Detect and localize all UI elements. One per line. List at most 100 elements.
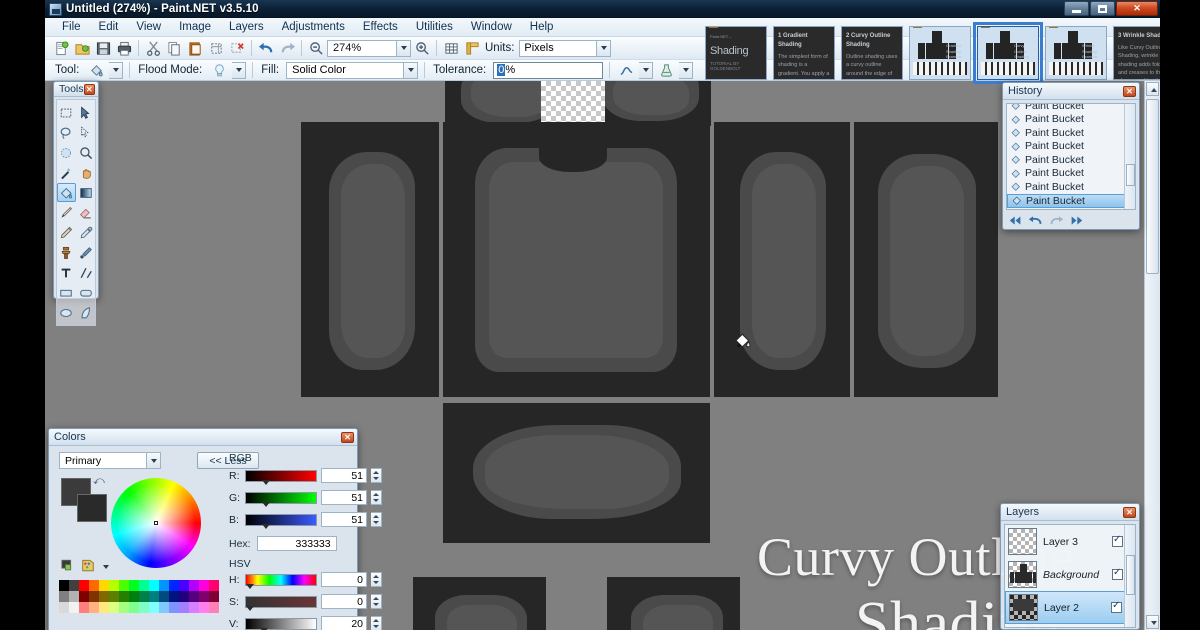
paste-icon[interactable] bbox=[185, 38, 205, 58]
menu-utilities[interactable]: Utilities bbox=[407, 19, 462, 35]
swap-colors-icon[interactable]: ⤺ bbox=[93, 475, 105, 488]
flood-mode-icon[interactable] bbox=[209, 60, 229, 80]
fill-combo[interactable]: Solid Color bbox=[286, 61, 419, 79]
fill-value[interactable]: Solid Color bbox=[286, 61, 405, 79]
print-icon[interactable] bbox=[114, 38, 134, 58]
gradient-tool[interactable] bbox=[77, 183, 96, 202]
green-spinner[interactable] bbox=[371, 490, 382, 505]
value-slider[interactable] bbox=[245, 617, 317, 630]
layer-visibility-checkbox[interactable] bbox=[1112, 534, 1123, 547]
chevron-down-icon[interactable] bbox=[397, 39, 411, 57]
thumb-wrinkle-shading[interactable]: 3 Wrinkle Shading Like Curvy Outline Sha… bbox=[1113, 26, 1160, 80]
new-icon[interactable] bbox=[51, 38, 71, 58]
antialiasing-icon[interactable] bbox=[616, 60, 636, 80]
blend-mode-dropdown-icon[interactable] bbox=[679, 61, 694, 79]
antialiasing-dropdown-icon[interactable] bbox=[639, 61, 654, 79]
history-item[interactable]: Paint Bucket bbox=[1007, 167, 1135, 181]
history-item[interactable]: Paint Bucket bbox=[1007, 113, 1135, 127]
lasso-select-tool[interactable] bbox=[57, 123, 76, 142]
rewind-history-button[interactable] bbox=[1009, 215, 1022, 229]
layer-visibility-checkbox[interactable] bbox=[1111, 600, 1122, 613]
text-tool[interactable] bbox=[57, 263, 76, 282]
thumb-gradient-preview[interactable]: Gradient Shading Example bbox=[909, 26, 971, 80]
red-value[interactable]: 51 bbox=[321, 468, 367, 483]
thumb-curvy-outline-preview[interactable]: Curvy Outline Shading Example bbox=[973, 22, 1043, 84]
zoom-value[interactable]: 274% bbox=[327, 39, 397, 57]
cut-icon[interactable] bbox=[143, 38, 163, 58]
menu-image[interactable]: Image bbox=[170, 19, 220, 35]
chevron-down-icon[interactable] bbox=[597, 39, 612, 57]
forward-history-button[interactable] bbox=[1070, 215, 1083, 229]
rectangle-tool[interactable] bbox=[57, 283, 76, 302]
zoom-in-icon[interactable] bbox=[412, 38, 432, 58]
blue-value[interactable]: 51 bbox=[321, 512, 367, 527]
save-icon[interactable] bbox=[93, 38, 113, 58]
redo-icon[interactable] bbox=[277, 38, 297, 58]
menu-view[interactable]: View bbox=[127, 19, 170, 35]
layer-visibility-checkbox[interactable] bbox=[1112, 567, 1123, 580]
history-item[interactable]: Paint Bucket bbox=[1007, 180, 1135, 194]
color-wheel[interactable] bbox=[111, 478, 201, 568]
undo-history-button[interactable] bbox=[1028, 215, 1043, 229]
value-spinner[interactable] bbox=[371, 616, 382, 630]
ellipse-select-tool[interactable] bbox=[57, 143, 76, 162]
canvas-vertical-scrollbar[interactable] bbox=[1144, 81, 1160, 630]
crop-to-selection-icon[interactable] bbox=[206, 38, 226, 58]
copy-icon[interactable] bbox=[164, 38, 184, 58]
move-selection-tool[interactable] bbox=[77, 123, 96, 142]
layers-scrollbar[interactable] bbox=[1124, 525, 1135, 627]
palette-icon[interactable] bbox=[81, 559, 95, 575]
chevron-down-icon[interactable] bbox=[404, 61, 419, 79]
flood-mode-dropdown-icon[interactable] bbox=[232, 61, 247, 79]
eraser-tool[interactable] bbox=[77, 203, 96, 222]
menu-layers[interactable]: Layers bbox=[220, 19, 273, 35]
paintbrush-tool[interactable] bbox=[57, 203, 76, 222]
green-slider[interactable] bbox=[245, 491, 317, 507]
thumb-title-slide[interactable]: Paint.NET – Shading TUTORIAL BY GOLDENBO… bbox=[705, 26, 767, 80]
thumb-curvy-outline-shading[interactable]: 2 Curvy Outline Shading Outline shading … bbox=[841, 26, 903, 80]
close-icon[interactable]: ✕ bbox=[341, 431, 354, 443]
layer-row[interactable]: Background bbox=[1005, 558, 1135, 591]
history-item[interactable]: Paint Bucket bbox=[1007, 104, 1135, 113]
close-icon[interactable]: ✕ bbox=[1123, 85, 1136, 97]
ellipse-tool[interactable] bbox=[57, 303, 76, 322]
tools-panel-header[interactable]: Tools ✕ bbox=[54, 82, 98, 97]
zoom-tool[interactable] bbox=[77, 143, 96, 162]
hue-value[interactable]: 0 bbox=[321, 572, 367, 587]
redo-history-button[interactable] bbox=[1049, 215, 1064, 229]
history-item[interactable]: Paint Bucket bbox=[1007, 126, 1135, 140]
history-item-selected[interactable]: Paint Bucket bbox=[1007, 193, 1135, 208]
blue-spinner[interactable] bbox=[371, 512, 382, 527]
chevron-down-icon[interactable] bbox=[147, 452, 161, 469]
close-icon[interactable]: ✕ bbox=[1123, 506, 1136, 518]
thumb-gradient-shading[interactable]: 1 Gradient Shading The simplest form of … bbox=[773, 26, 835, 80]
freeform-shape-tool[interactable] bbox=[77, 303, 96, 322]
units-value[interactable]: Pixels bbox=[519, 39, 598, 57]
history-list[interactable]: Paint Bucket Paint Bucket Paint Bucket P… bbox=[1006, 103, 1136, 210]
secondary-color-swatch[interactable] bbox=[77, 494, 107, 522]
menu-edit[interactable]: Edit bbox=[90, 19, 128, 35]
open-icon[interactable] bbox=[72, 38, 92, 58]
close-icon[interactable]: ✕ bbox=[83, 83, 95, 95]
saturation-slider[interactable] bbox=[245, 595, 317, 611]
layers-panel-header[interactable]: Layers ✕ bbox=[1001, 504, 1139, 521]
rounded-rectangle-tool[interactable] bbox=[77, 283, 96, 302]
line-curve-tool[interactable] bbox=[77, 263, 96, 282]
pencil-tool[interactable] bbox=[57, 223, 76, 242]
hex-value[interactable]: 333333 bbox=[256, 536, 337, 551]
vertical-scroll-thumb[interactable] bbox=[1146, 99, 1159, 274]
blend-mode-icon[interactable] bbox=[656, 60, 676, 80]
colors-panel-header[interactable]: Colors ✕ bbox=[49, 429, 357, 446]
menu-window[interactable]: Window bbox=[462, 19, 521, 35]
deselect-all-icon[interactable] bbox=[227, 38, 247, 58]
recolor-tool[interactable] bbox=[77, 243, 96, 262]
scroll-down-button[interactable] bbox=[1146, 615, 1159, 629]
rulers-icon[interactable] bbox=[462, 38, 482, 58]
red-slider[interactable] bbox=[245, 469, 317, 485]
zoom-combo[interactable]: 274% bbox=[327, 39, 411, 57]
clone-stamp-tool[interactable] bbox=[57, 243, 76, 262]
units-combo[interactable]: Pixels bbox=[519, 39, 612, 57]
layer-row-selected[interactable]: Layer 2 bbox=[1005, 591, 1135, 624]
tolerance-input[interactable]: 0% bbox=[493, 61, 604, 79]
blue-slider[interactable] bbox=[245, 513, 317, 529]
